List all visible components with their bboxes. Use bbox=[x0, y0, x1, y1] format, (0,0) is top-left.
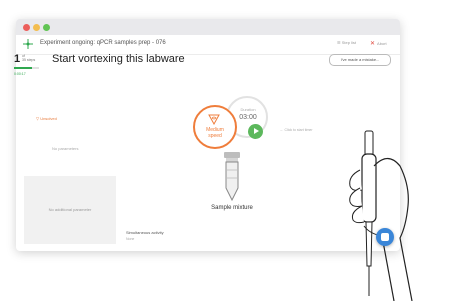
step-list-button[interactable]: ☰ Step list bbox=[337, 40, 356, 45]
app-header: Experiment ongoing: qPCR samples prep - … bbox=[16, 35, 400, 55]
vortex-speed-icon bbox=[208, 114, 220, 125]
play-timer-button[interactable] bbox=[248, 124, 263, 139]
abort-button[interactable]: ✕ Abort bbox=[370, 40, 387, 47]
simultaneous-activity-label: Simultaneous activity bbox=[126, 230, 164, 235]
chat-icon bbox=[381, 233, 389, 241]
sample-tube-icon bbox=[224, 152, 240, 202]
step-progress-bar bbox=[14, 67, 39, 69]
hand-with-pipette-icon bbox=[349, 130, 413, 301]
app-logo-icon bbox=[23, 39, 33, 49]
step-progress-fill bbox=[14, 67, 32, 69]
no-parameters-text: No parameters bbox=[52, 146, 79, 151]
experiment-title: Experiment ongoing: qPCR samples prep - … bbox=[40, 40, 166, 46]
window-titlebar bbox=[16, 19, 400, 35]
close-window-dot[interactable] bbox=[23, 24, 30, 31]
status-badge: ▽ Unsolved bbox=[36, 116, 57, 121]
maximize-window-dot[interactable] bbox=[43, 24, 50, 31]
step-heading: Start vortexing this labware bbox=[52, 53, 185, 65]
step-number: 1 bbox=[14, 53, 21, 65]
timer-caption: Duration bbox=[240, 107, 256, 112]
timer-hint: ← Click to start timer bbox=[280, 128, 313, 132]
additional-parameters-panel: No additional parameter bbox=[24, 176, 116, 244]
minimize-window-dot[interactable] bbox=[33, 24, 40, 31]
simultaneous-activity-value: None bbox=[126, 237, 135, 241]
chat-button[interactable] bbox=[376, 228, 394, 246]
elapsed-time: 0:00:17 bbox=[14, 72, 26, 76]
step-count: of 35 steps bbox=[22, 54, 36, 62]
close-icon: ✕ bbox=[370, 41, 376, 47]
mistake-button[interactable]: I've made a mistake... bbox=[329, 54, 391, 66]
speed-label: Medium speed bbox=[206, 127, 224, 139]
labware-name: Sample mixture bbox=[211, 205, 253, 211]
